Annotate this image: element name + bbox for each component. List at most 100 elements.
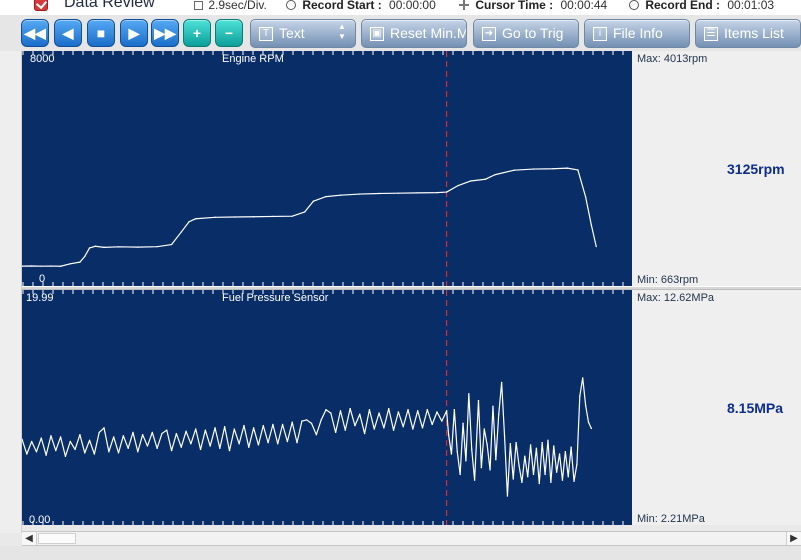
fuel-pressure-point — [570, 446, 572, 448]
fuel-pressure-point — [354, 424, 356, 427]
fuel-pressure-chart[interactable]: 19.99 Fuel Pressure Sensor 0.00 — [22, 290, 632, 525]
prev-button[interactable]: ◀ — [54, 19, 82, 47]
fuel-pressure-point — [141, 433, 144, 436]
fuel-pressure-point — [518, 464, 520, 467]
fuel-pressure-point — [132, 431, 134, 434]
fuel-pressure-point — [127, 447, 129, 450]
record-end-icon — [629, 0, 639, 10]
fuel-pressure-point — [238, 443, 240, 445]
engine-rpm-max: Max: 4013rpm — [637, 53, 708, 65]
engine-rpm-point — [170, 243, 173, 246]
fuel-pressure-point — [465, 460, 467, 462]
items-list-button[interactable]: ☰ Items List — [695, 19, 801, 48]
engine-rpm-point — [50, 265, 52, 267]
zoom-in-button[interactable]: + — [183, 19, 211, 47]
fast-forward-button[interactable]: ▶▶ — [151, 19, 179, 47]
engine-rpm-point — [88, 247, 91, 249]
fuel-pressure-point — [339, 410, 342, 412]
engine-rpm-min: Min: 663rpm — [637, 274, 699, 286]
engine-rpm-point — [552, 168, 554, 170]
fuel-pressure-point — [286, 440, 289, 443]
fuel-pressure-point — [363, 432, 366, 435]
fuel-pressure-point — [412, 428, 414, 430]
stop-button[interactable]: ■ — [87, 19, 115, 47]
fuel-pressure-point — [564, 451, 567, 453]
fuel-pressure-point — [151, 431, 153, 434]
fuel-pressure-point — [272, 423, 274, 426]
fuel-pressure-point — [555, 471, 558, 473]
fuel-pressure-point — [103, 427, 105, 429]
reset-min-max-button[interactable]: ▣ Reset Min.Max. — [361, 19, 467, 48]
fuel-pressure-point — [277, 443, 279, 445]
text-icon: T — [259, 27, 273, 41]
fuel-pressure-point — [453, 409, 456, 411]
text-button[interactable]: T Text ▲ ▼ — [250, 19, 356, 48]
engine-rpm-point — [532, 168, 535, 170]
fuel-pressure-point — [462, 422, 464, 425]
fuel-pressure-point — [483, 428, 485, 430]
play-button[interactable]: ▶ — [120, 19, 148, 47]
fuel-pressure-point — [529, 444, 532, 446]
rewind-button[interactable]: ◀◀ — [21, 19, 49, 47]
fuel-pressure-point — [492, 405, 494, 408]
go-to-trig-button[interactable]: ➜ Go to Trig — [473, 19, 579, 48]
fuel-pressure-side-panel: Max: 12.62MPa 8.15MPa Min: 2.21MPa — [632, 290, 801, 525]
info-icon: i — [593, 27, 607, 41]
fuel-pressure-point — [436, 411, 438, 413]
engine-rpm-point — [484, 178, 486, 180]
time-division-readout: 2.9sec/Div. — [194, 0, 267, 12]
fuel-pressure-bottom-scale: 0.00 — [29, 514, 51, 525]
fuel-pressure-point — [431, 423, 433, 426]
fuel-pressure-point — [209, 445, 211, 447]
file-info-button[interactable]: i File Info — [584, 19, 690, 48]
engine-rpm-chart[interactable]: 8000 Engine RPM 0 — [22, 51, 632, 286]
fuel-pressure-point — [228, 449, 231, 452]
fuel-pressure-point — [392, 429, 395, 431]
fuel-pressure-point — [50, 435, 52, 437]
fuel-pressure-min: Min: 2.21MPa — [637, 513, 705, 525]
engine-rpm-point — [94, 245, 97, 247]
engine-rpm-point — [69, 263, 71, 265]
fuel-pressure-point — [204, 429, 207, 431]
engine-rpm-point — [40, 265, 43, 267]
fuel-pressure-title: Fuel Pressure Sensor — [222, 292, 329, 304]
fuel-pressure-point — [248, 446, 250, 448]
fuel-pressure-point — [175, 432, 178, 435]
fuel-pressure-point — [489, 469, 491, 471]
record-start-readout: Record Start : 00:00:00 — [286, 0, 436, 12]
engine-rpm-point — [584, 196, 587, 198]
fuel-pressure-point — [541, 441, 543, 444]
go-icon: ➜ — [482, 27, 496, 41]
engine-rpm-title: Engine RPM — [222, 53, 284, 65]
fuel-pressure-point — [473, 479, 476, 481]
fuel-pressure-point — [383, 427, 385, 429]
fuel-pressure-point — [315, 433, 318, 436]
fuel-pressure-point — [325, 409, 327, 411]
engine-rpm-point — [214, 216, 216, 219]
fuel-pressure-point — [582, 377, 584, 379]
fuel-pressure-point — [98, 431, 100, 434]
engine-rpm-point — [339, 194, 342, 196]
engine-rpm-point — [272, 215, 274, 218]
zoom-out-button[interactable]: − — [215, 19, 243, 47]
scroll-left-arrow[interactable]: ◀ — [22, 532, 37, 545]
horizontal-scrollbar[interactable]: ◀ ▶ — [22, 531, 801, 546]
fuel-pressure-point — [26, 453, 28, 455]
fuel-pressure-point — [233, 428, 236, 430]
engine-rpm-point — [513, 169, 515, 171]
fuel-pressure-point — [199, 448, 202, 451]
fuel-pressure-point — [544, 473, 546, 476]
time-division-icon — [194, 1, 203, 10]
fuel-pressure-point — [407, 409, 409, 411]
scroll-right-arrow[interactable]: ▶ — [786, 532, 801, 545]
fuel-pressure-point — [320, 419, 322, 421]
engine-rpm-point — [378, 192, 380, 195]
cursor-time-icon — [459, 0, 469, 10]
fuel-pressure-point — [88, 439, 91, 442]
scroll-thumb[interactable] — [38, 533, 76, 544]
fuel-pressure-point — [535, 447, 538, 450]
fuel-pressure-point — [166, 429, 168, 431]
fuel-pressure-point — [388, 407, 390, 410]
engine-rpm-point — [252, 216, 255, 218]
fuel-pressure-point — [281, 423, 284, 426]
